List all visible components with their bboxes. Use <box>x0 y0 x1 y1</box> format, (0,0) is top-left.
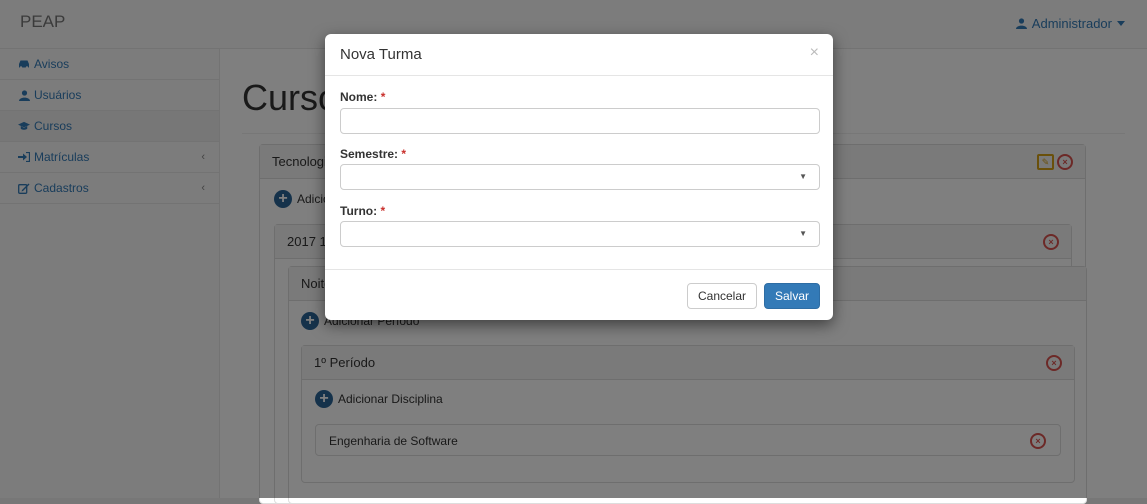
cancel-button[interactable]: Cancelar <box>687 283 757 309</box>
semestre-label-text: Semestre: <box>340 147 399 161</box>
close-icon[interactable]: × <box>810 44 819 62</box>
semestre-select[interactable]: ▼ <box>340 164 820 190</box>
required-mark: * <box>380 204 386 218</box>
caret-down-icon: ▼ <box>799 229 807 238</box>
modal-title: Nova Turma <box>340 46 422 63</box>
nome-label-text: Nome: <box>340 90 378 104</box>
caret-down-icon: ▼ <box>799 172 807 181</box>
turno-label-text: Turno: <box>340 204 378 218</box>
nova-turma-modal: Nova Turma × Nome: * Semestre: * ▼ Turno… <box>325 34 833 320</box>
nome-input[interactable] <box>340 108 820 134</box>
required-mark: * <box>380 90 386 104</box>
semestre-label: Semestre: * <box>340 147 406 161</box>
turno-select[interactable]: ▼ <box>340 221 820 247</box>
nome-label: Nome: * <box>340 90 385 104</box>
save-button[interactable]: Salvar <box>764 283 820 309</box>
required-mark: * <box>401 147 407 161</box>
turno-label: Turno: * <box>340 204 385 218</box>
modal-footer: Cancelar Salvar <box>325 269 833 321</box>
modal-header: Nova Turma × <box>325 34 833 76</box>
